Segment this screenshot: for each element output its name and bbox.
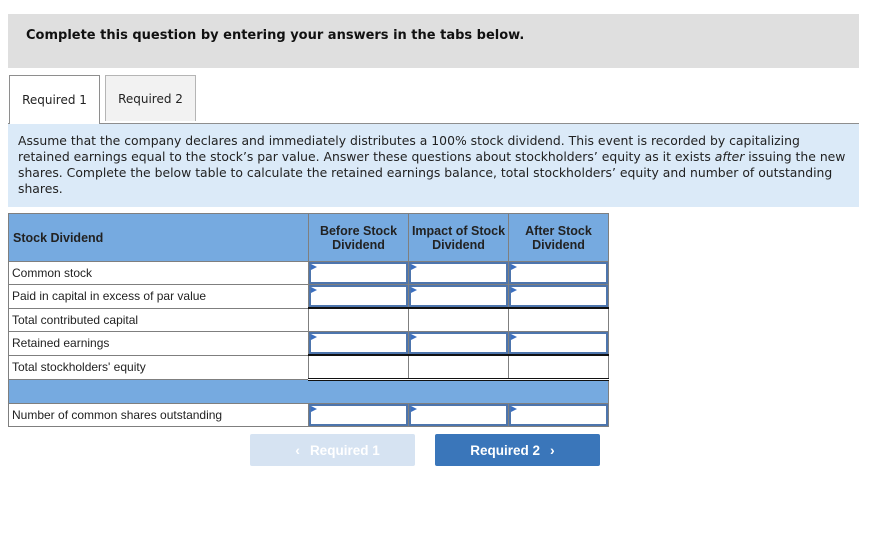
next-button-label: Required 2 (470, 442, 541, 458)
table-row: Retained earnings (8, 331, 609, 356)
total-contributed-after (508, 307, 609, 332)
instructions-banner: Complete this question by entering your … (8, 14, 859, 68)
input-retained-earnings-before[interactable] (309, 332, 408, 354)
question-instructions: Assume that the company declares and imm… (8, 124, 859, 207)
total-equity-before (308, 354, 409, 381)
input-paid-in-capital-impact[interactable] (409, 285, 508, 307)
spacer-cell (8, 379, 609, 404)
table-row: Paid in capital in excess of par value (8, 284, 609, 309)
prev-required-1-button[interactable]: ‹ Required 1 (250, 434, 415, 466)
table-row: Common stock (8, 261, 609, 285)
header-stock-dividend: Stock Dividend (8, 213, 309, 262)
next-required-2-button[interactable]: Required 2 › (435, 434, 600, 466)
tab-bar: Required 1 Required 2 (8, 75, 859, 125)
chevron-right-icon: › (550, 442, 555, 458)
header-before: Before Stock Dividend (308, 213, 409, 262)
input-shares-before[interactable] (309, 404, 408, 426)
row-label-retained-earnings: Retained earnings (8, 331, 309, 356)
table-spacer-row (8, 379, 609, 404)
instructions-emphasis: after (714, 149, 745, 164)
input-common-stock-before[interactable] (309, 262, 408, 284)
input-shares-impact[interactable] (409, 404, 508, 426)
row-label-shares-outstanding: Number of common shares outstanding (8, 403, 309, 427)
stock-dividend-table: Stock Dividend Before Stock Dividend Imp… (8, 213, 609, 427)
tab-label: Required 2 (118, 91, 183, 106)
header-after: After Stock Dividend (508, 213, 609, 262)
total-contributed-impact (408, 307, 509, 332)
total-equity-impact (408, 354, 509, 381)
input-common-stock-after[interactable] (509, 262, 608, 284)
input-retained-earnings-impact[interactable] (409, 332, 508, 354)
table-row: Number of common shares outstanding (8, 403, 609, 427)
input-shares-after[interactable] (509, 404, 608, 426)
input-paid-in-capital-after[interactable] (509, 285, 608, 307)
chevron-left-icon: ‹ (295, 442, 300, 458)
prev-button-label: Required 1 (309, 442, 380, 458)
row-label-total-contributed-capital: Total contributed capital (8, 307, 309, 332)
row-label-common-stock: Common stock (8, 261, 309, 285)
tab-label: Required 1 (22, 93, 87, 107)
total-equity-after (508, 354, 609, 381)
tab-required-1[interactable]: Required 1 (9, 75, 100, 124)
input-paid-in-capital-before[interactable] (309, 285, 408, 307)
row-label-paid-in-capital: Paid in capital in excess of par value (8, 284, 309, 309)
header-impact: Impact of Stock Dividend (408, 213, 509, 262)
table-row: Total contributed capital (8, 307, 609, 332)
tab-required-2[interactable]: Required 2 (105, 75, 196, 121)
instructions-text: Assume that the company declares and imm… (18, 133, 800, 164)
table-header-row: Stock Dividend Before Stock Dividend Imp… (8, 213, 609, 262)
input-retained-earnings-after[interactable] (509, 332, 608, 354)
row-label-total-stockholders-equity: Total stockholders' equity (8, 354, 309, 380)
banner-text: Complete this question by entering your … (26, 28, 525, 43)
total-contributed-before (308, 307, 409, 332)
input-common-stock-impact[interactable] (409, 262, 508, 284)
table-row: Total stockholders' equity (8, 354, 609, 381)
